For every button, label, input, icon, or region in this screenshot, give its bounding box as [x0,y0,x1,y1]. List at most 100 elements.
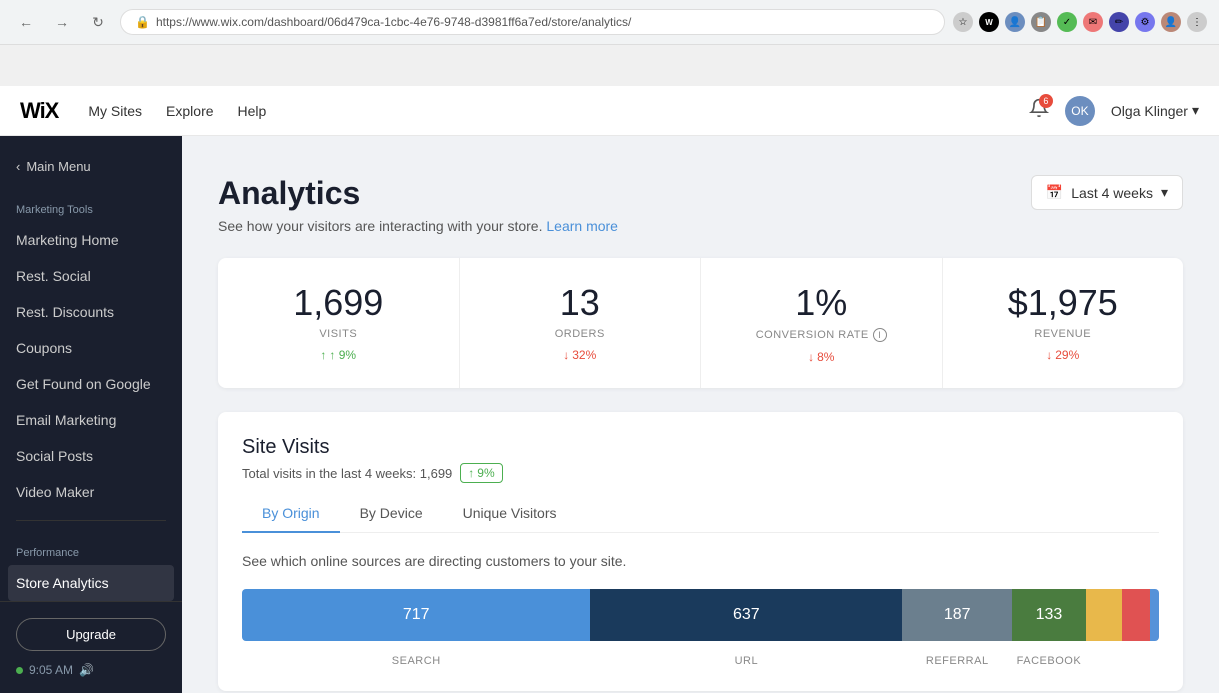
bar-other3 [1150,589,1159,641]
stat-label-orders: ORDERS [484,328,677,340]
sidebar-divider [16,520,166,521]
sidebar-bottom: Upgrade 9:05 AM 🔊 ✎ Edit Site [0,601,182,693]
calendar-icon: 📅 [1046,184,1063,201]
extension-icon2[interactable]: 📋 [1031,12,1051,32]
stat-value-orders: 13 [484,282,677,324]
sidebar-item-social-posts[interactable]: Social Posts [0,438,182,474]
learn-more-link[interactable]: Learn more [546,218,618,234]
user-avatar: OK [1065,96,1095,126]
visits-header: Site Visits Total visits in the last 4 w… [242,436,1159,483]
help-link[interactable]: Help [238,103,267,119]
label-url: URL [590,649,902,667]
extension-icon4[interactable]: ✉ [1083,12,1103,32]
explore-link[interactable]: Explore [166,103,213,119]
stat-label-visits: VISITS [242,328,435,340]
extension-icon3[interactable]: ✓ [1057,12,1077,32]
info-icon[interactable]: i [873,328,887,342]
browser-toolbar: ← → ↻ 🔒 https://www.wix.com/dashboard/06… [0,0,1219,44]
reload-button[interactable]: ↻ [84,8,112,36]
back-button[interactable]: ← [12,8,40,36]
forward-button[interactable]: → [48,8,76,36]
menu-icon[interactable]: ⋮ [1187,12,1207,32]
sidebar-item-get-found-google[interactable]: Get Found on Google [0,366,182,402]
page-header: Analytics See how your visitors are inte… [218,175,1183,234]
profile-icon[interactable]: 👤 [1005,12,1025,32]
visits-title: Site Visits [242,436,1159,459]
wix-logo: WiX [20,98,58,124]
stat-change-visits: ↑ ↑ 9% [242,348,435,362]
stat-change-conversion: ↓ 8% [725,350,918,364]
label-facebook: FACEBOOK [1012,649,1085,667]
stat-value-conversion: 1% [725,282,918,324]
bar-url: 637 [590,589,902,641]
tab-description: See which online sources are directing c… [242,553,1159,569]
sidebar-item-video-maker[interactable]: Video Maker [0,474,182,510]
online-indicator [16,667,23,674]
sound-icon: 🔊 [79,663,94,677]
marketing-tools-label: Marketing Tools [0,188,182,222]
stat-change-orders: ↓ 32% [484,348,677,362]
wix-ext-icon[interactable]: W [979,12,999,32]
page-subtitle: See how your visitors are interacting wi… [218,218,618,234]
star-icon[interactable]: ☆ [953,12,973,32]
label-referral: REFERRAL [902,649,1012,667]
top-nav-bar: WiX My Sites Explore Help 6 OK Olga Klin… [0,86,1219,136]
chevron-left-icon: ‹ [16,159,20,174]
chevron-down-icon: ▾ [1192,102,1199,119]
upgrade-button[interactable]: Upgrade [16,618,166,651]
page-title: Analytics [218,175,618,212]
page-title-area: Analytics See how your visitors are inte… [218,175,618,234]
performance-label: Performance [0,531,182,565]
label-other [1086,649,1159,667]
sidebar-item-marketing-home[interactable]: Marketing Home [0,222,182,258]
stat-label-conversion: CONVERSION RATE i [725,328,918,342]
back-to-main-menu[interactable]: ‹ Main Menu [0,145,182,188]
user-avatar[interactable]: 👤 [1161,12,1181,32]
extension-icon6[interactable]: ⚙ [1135,12,1155,32]
visits-tabs: By Origin By Device Unique Visitors [242,495,1159,533]
bar-referral: 187 [902,589,1012,641]
bar-search: 717 [242,589,590,641]
user-name[interactable]: Olga Klinger ▾ [1111,102,1199,119]
my-sites-link[interactable]: My Sites [88,103,142,119]
visits-subtitle: Total visits in the last 4 weeks: 1,699 … [242,463,1159,483]
sidebar-item-rest-discounts[interactable]: Rest. Discounts [0,294,182,330]
tab-by-device[interactable]: By Device [340,495,443,533]
stats-row: 1,699 VISITS ↑ ↑ 9% 13 ORDERS ↓ 32% [218,258,1183,388]
sidebar-item-store-analytics[interactable]: Store Analytics [8,565,174,601]
main-content: Analytics See how your visitors are inte… [182,95,1219,693]
stat-card-orders: 13 ORDERS ↓ 32% [460,258,702,388]
stat-value-revenue: $1,975 [967,282,1160,324]
sidebar: ‹ Main Menu Marketing Tools Marketing Ho… [0,95,182,693]
stat-value-visits: 1,699 [242,282,435,324]
chart-bars: 717 637 187 133 [242,589,1159,641]
date-filter-button[interactable]: 📅 Last 4 weeks ▾ [1031,175,1183,210]
visits-section: Site Visits Total visits in the last 4 w… [218,412,1183,691]
stat-card-revenue: $1,975 REVENUE ↓ 29% [943,258,1184,388]
bar-chart: 717 637 187 133 [242,589,1159,667]
notifications-bell[interactable]: 6 [1029,98,1049,123]
stat-change-revenue: ↓ 29% [967,348,1160,362]
sidebar-item-coupons[interactable]: Coupons [0,330,182,366]
extension-icon5[interactable]: ✏ [1109,12,1129,32]
time-display: 9:05 AM 🔊 [16,663,166,677]
tab-by-origin[interactable]: By Origin [242,495,340,533]
stat-card-conversion: 1% CONVERSION RATE i ↓ 8% [701,258,943,388]
sidebar-item-rest-social[interactable]: Rest. Social [0,258,182,294]
notification-count: 6 [1039,94,1053,108]
chevron-down-icon: ▾ [1161,184,1168,201]
tab-unique-visitors[interactable]: Unique Visitors [443,495,577,533]
visits-badge: ↑ 9% [460,463,502,483]
chart-labels: SEARCH URL REFERRAL FACEBOOK [242,649,1159,667]
bar-other1 [1086,589,1123,641]
edit-site-button[interactable]: ✎ Edit Site [16,689,166,693]
bar-facebook: 133 [1012,589,1085,641]
label-search: SEARCH [242,649,590,667]
sidebar-item-email-marketing[interactable]: Email Marketing [0,402,182,438]
stat-label-revenue: REVENUE [967,328,1160,340]
stat-card-visits: 1,699 VISITS ↑ ↑ 9% [218,258,460,388]
top-nav-right: 6 OK Olga Klinger ▾ [1029,96,1199,126]
browser-icons: ☆ W 👤 📋 ✓ ✉ ✏ ⚙ 👤 ⋮ [953,12,1207,32]
address-bar[interactable]: 🔒 https://www.wix.com/dashboard/06d479ca… [120,9,945,35]
bar-other2 [1122,589,1150,641]
